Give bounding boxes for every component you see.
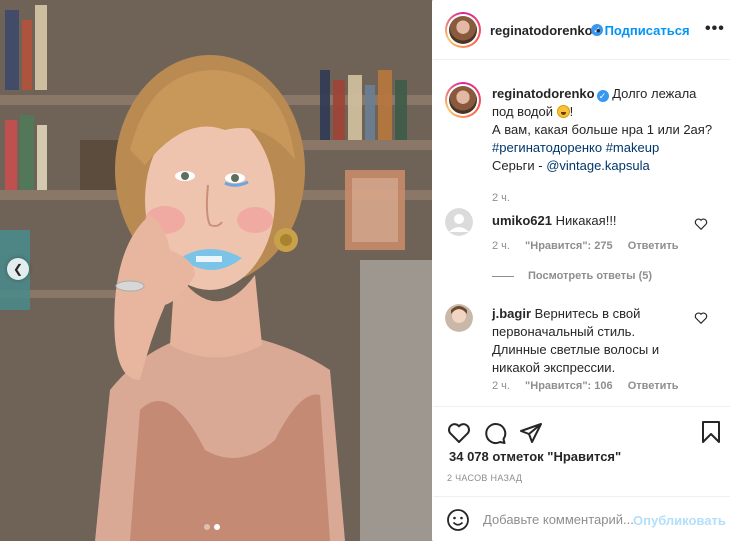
comment-text-line-2: первоначальный стиль. — [492, 324, 636, 339]
photo-illustration — [0, 0, 432, 541]
caption-line-2: под водой — [492, 104, 553, 119]
post-date[interactable]: 2 ЧАСОВ НАЗАД — [447, 473, 522, 483]
grinning-emoji-icon — [556, 105, 570, 118]
verified-badge-icon: ✓ — [596, 90, 609, 102]
comment-time[interactable]: 2 ч. — [492, 380, 510, 392]
caption-line-3: А вам, какая больше нра 1 или 2ая? — [492, 122, 713, 137]
comment-meta: 2 ч. "Нравится": 106 Ответить — [492, 380, 691, 392]
publish-button[interactable]: Опубликовать — [633, 513, 726, 528]
caption-hashtags[interactable]: #регинатодоренко #makeup — [492, 140, 659, 155]
default-avatar-icon[interactable] — [445, 208, 473, 236]
post-photo[interactable]: ❮ — [0, 0, 432, 541]
author-username[interactable]: reginatodorenko — [490, 23, 593, 38]
comment-username[interactable]: umiko621 — [492, 213, 552, 228]
caption-username[interactable]: reginatodorenko — [492, 86, 595, 101]
earrings-label: Серьги - — [492, 158, 547, 173]
more-options-icon[interactable]: ••• — [705, 20, 725, 38]
likes-count[interactable]: 34 078 отметок "Нравится" — [449, 449, 621, 464]
author-avatar[interactable] — [445, 12, 481, 48]
comment-likes[interactable]: "Нравится": 106 — [525, 380, 613, 392]
like-comment-heart-icon[interactable] — [694, 311, 708, 325]
carousel-dot-1 — [204, 524, 210, 530]
reply-button[interactable]: Ответить — [628, 240, 679, 252]
comment-input[interactable] — [483, 509, 643, 529]
add-comment-bar: Опубликовать — [433, 496, 730, 541]
earrings-link[interactable]: @vintage.kapsula — [546, 158, 650, 173]
caption-text: reginatodorenko ✓ Долго лежала под водой … — [492, 85, 717, 207]
comment-meta: 2 ч. "Нравится": 275 Ответить — [492, 240, 691, 252]
caption-exclamation: ! — [569, 104, 574, 119]
carousel-dot-2 — [214, 524, 220, 530]
comment-time[interactable]: 2 ч. — [492, 240, 510, 252]
comment-bubble-icon[interactable] — [483, 421, 507, 445]
comment-body: j.bagir Вернитесь в свой первоначальный … — [492, 305, 707, 377]
like-comment-heart-icon[interactable] — [694, 217, 708, 231]
comment-text-line-1: Вернитесь в свой — [534, 306, 641, 321]
post-header: reginatodorenko ✓ Подписаться ••• — [433, 0, 730, 60]
caption-line-1: Долго лежала — [612, 86, 697, 101]
commenter-avatar[interactable] — [445, 304, 473, 332]
follow-button[interactable]: Подписаться — [596, 23, 690, 38]
prev-photo-chevron-icon[interactable]: ❮ — [7, 258, 29, 280]
caption-avatar[interactable] — [445, 82, 481, 118]
view-replies-button[interactable]: Посмотреть ответы (5) — [492, 270, 652, 282]
comment-likes[interactable]: "Нравится": 275 — [525, 240, 613, 252]
comment-body: umiko621 Никакая!!! — [492, 213, 617, 228]
reply-button[interactable]: Ответить — [628, 380, 679, 392]
comment-text-line-3: Длинные светлые волосы и — [492, 342, 660, 357]
emoji-smiley-icon[interactable] — [446, 508, 470, 532]
comment-username[interactable]: j.bagir — [492, 306, 531, 321]
caption-time[interactable]: 2 ч. — [492, 189, 717, 207]
save-bookmark-icon[interactable] — [700, 420, 722, 444]
comment-text: Никакая!!! — [555, 213, 617, 228]
carousel-dots — [204, 524, 220, 530]
comment-text-line-4: никакой экспрессии. — [492, 360, 616, 375]
like-heart-icon[interactable] — [447, 421, 471, 445]
post-side-panel: reginatodorenko ✓ Подписаться ••• regina… — [433, 0, 730, 541]
share-paper-plane-icon[interactable] — [519, 421, 543, 445]
